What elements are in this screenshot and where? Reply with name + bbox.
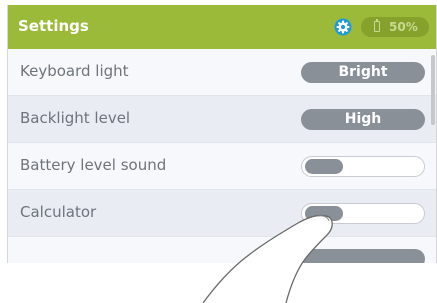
setting-row-keyboard-light[interactable]: Keyboard light Bright: [8, 49, 436, 96]
scrollbar[interactable]: [431, 55, 435, 125]
setting-row-calculator[interactable]: Calculator: [8, 190, 436, 237]
toggle-knob: [305, 206, 343, 221]
backlight-level-selector[interactable]: High: [301, 109, 425, 130]
gear-icon[interactable]: [334, 18, 352, 36]
calculator-toggle[interactable]: [301, 203, 425, 224]
setting-row-battery-level-sound[interactable]: Battery level sound: [8, 143, 436, 190]
setting-label: Backlight level: [20, 109, 131, 127]
keyboard-light-selector[interactable]: Bright: [301, 62, 425, 83]
battery-icon: [374, 19, 380, 32]
setting-row-partial: [8, 237, 436, 263]
battery-level-sound-toggle[interactable]: [301, 156, 425, 177]
setting-label: Calculator: [20, 203, 97, 221]
battery-percent: 50%: [389, 20, 418, 34]
setting-label: Battery level sound: [20, 156, 167, 174]
toggle-knob: [305, 159, 343, 174]
setting-row-backlight-level[interactable]: Backlight level High: [8, 96, 436, 143]
page-title: Settings: [18, 17, 89, 35]
device-screen: Settings 50% Keyboard light Bright Backl…: [7, 5, 437, 263]
setting-label: Keyboard light: [20, 62, 129, 80]
battery-indicator: 50%: [361, 17, 429, 37]
partial-selector: [301, 249, 425, 263]
header-bar: Settings 50%: [8, 5, 436, 49]
